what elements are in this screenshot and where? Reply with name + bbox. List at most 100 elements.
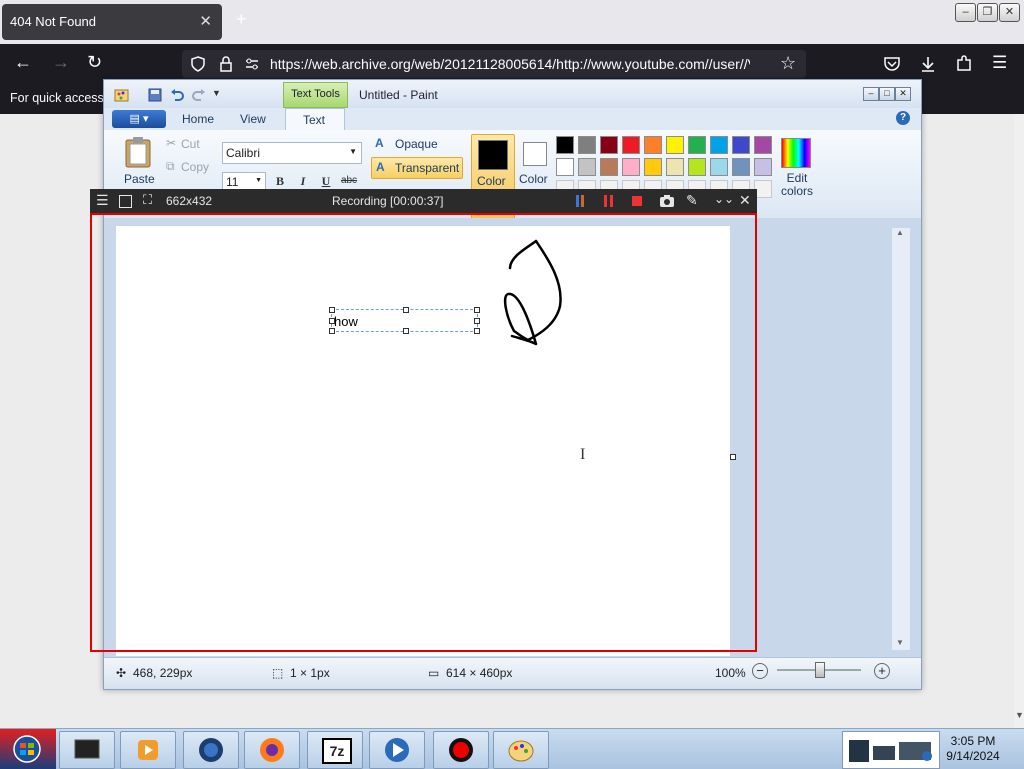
color-swatch[interactable] <box>666 136 684 154</box>
edit-colors-label[interactable]: Edit colors <box>780 172 814 198</box>
opaque-button[interactable]: A Opaque <box>371 134 461 154</box>
window-restore-button[interactable]: ❐ <box>977 3 998 22</box>
color-swatch[interactable] <box>644 158 662 176</box>
strikethrough-button[interactable]: abc <box>339 172 359 190</box>
color-swatch[interactable] <box>710 136 728 154</box>
forward-icon[interactable]: → <box>52 52 70 73</box>
color-swatch[interactable] <box>578 136 596 154</box>
scroll-down-icon[interactable]: ▼ <box>1015 710 1024 720</box>
taskbar-app-recorder[interactable] <box>433 731 489 769</box>
taskbar-app-7zip[interactable]: 7z <box>307 731 363 769</box>
record-icon <box>449 738 473 762</box>
zoom-in-button[interactable]: + <box>874 663 890 679</box>
color2-button[interactable] <box>523 142 547 166</box>
paint-status-bar: ✣ 468, 229px ⬚ 1 × 1px ▭ 614 × 460px 100… <box>104 657 921 688</box>
taskbar-app-terminal[interactable] <box>59 731 115 769</box>
color-swatch[interactable] <box>688 136 706 154</box>
back-icon[interactable]: ← <box>14 52 32 73</box>
stop-icon[interactable] <box>632 196 642 206</box>
redo-icon[interactable] <box>192 88 206 102</box>
color-swatch[interactable] <box>754 158 772 176</box>
color-swatch[interactable] <box>600 136 618 154</box>
taskbar-app-player[interactable] <box>369 731 425 769</box>
tab-home[interactable]: Home <box>182 112 214 126</box>
color-swatch[interactable] <box>578 158 596 176</box>
color-swatch[interactable] <box>622 158 640 176</box>
taskbar-clock[interactable]: 3:05 PM 9/14/2024 <box>930 734 1016 764</box>
paint-close-button[interactable]: ✕ <box>895 87 911 101</box>
save-icon[interactable] <box>148 88 162 102</box>
downloads-icon[interactable] <box>919 55 937 73</box>
tab-close-icon[interactable]: ✕ <box>199 12 212 30</box>
quick-access-dropdown-icon[interactable]: ▼ <box>212 88 221 98</box>
color-swatch[interactable] <box>732 158 750 176</box>
font-family-select[interactable]: Calibri ▼ <box>222 142 362 164</box>
window-minimize-button[interactable]: – <box>955 3 976 22</box>
region-select-icon[interactable]: ⛶ <box>143 192 152 208</box>
bookmark-star-icon[interactable]: ☆ <box>780 53 796 74</box>
color-swatch[interactable] <box>754 136 772 154</box>
taskbar-app-paint[interactable] <box>493 731 549 769</box>
start-button[interactable] <box>0 729 56 769</box>
color-swatch[interactable] <box>732 136 750 154</box>
color-swatch[interactable] <box>622 136 640 154</box>
color-swatch[interactable] <box>556 158 574 176</box>
tab-text[interactable]: Text <box>285 108 345 131</box>
window-close-button[interactable]: ✕ <box>999 3 1020 22</box>
page-scrollbar[interactable]: ▼ <box>1014 114 1024 728</box>
color-palette <box>556 136 776 198</box>
copy-label[interactable]: Copy <box>181 160 209 174</box>
copy-icon[interactable]: ⧉ <box>166 159 175 174</box>
tab-view[interactable]: View <box>240 112 266 126</box>
recorder-close-icon[interactable]: ✕ <box>739 192 751 209</box>
collapse-icon[interactable]: ⌄⌄ <box>714 192 734 206</box>
cut-label[interactable]: Cut <box>181 137 200 151</box>
transparent-button[interactable]: A Transparent <box>371 157 463 179</box>
browser-tab-strip: 404 Not Found ✕ + – ❐ ✕ <box>0 0 1024 44</box>
system-tray[interactable] <box>842 731 940 769</box>
menu-icon[interactable]: ☰ <box>992 53 1007 73</box>
italic-button[interactable]: I <box>293 172 313 190</box>
permissions-icon[interactable] <box>244 56 260 72</box>
pause-icon[interactable] <box>604 195 607 207</box>
paste-icon[interactable] <box>124 136 152 168</box>
zoom-out-button[interactable]: − <box>752 663 768 679</box>
region-icon[interactable] <box>119 195 132 208</box>
recorder-menu-icon[interactable]: ☰ <box>96 192 109 209</box>
help-icon[interactable]: ? <box>896 111 910 125</box>
taskbar-app-network[interactable] <box>183 731 239 769</box>
pause-icon[interactable] <box>610 195 613 207</box>
color-swatch[interactable] <box>600 158 618 176</box>
undo-icon[interactable] <box>170 88 184 102</box>
paint-maximize-button[interactable]: □ <box>879 87 895 101</box>
url-text: https://web.archive.org/web/201211280056… <box>270 56 750 72</box>
lock-icon[interactable] <box>218 56 234 72</box>
edit-colors-icon[interactable] <box>781 138 811 168</box>
shield-icon[interactable] <box>190 56 206 72</box>
canvas-scrollbar[interactable]: ▲ ▼ <box>892 228 910 650</box>
extensions-icon[interactable] <box>955 55 973 73</box>
pencil-icon[interactable]: ✎ <box>686 192 698 209</box>
paint-file-menu-button[interactable]: ▤ ▾ <box>112 110 166 128</box>
scroll-up-icon[interactable]: ▲ <box>896 228 904 237</box>
cut-icon[interactable]: ✂ <box>166 136 176 150</box>
scroll-down-icon[interactable]: ▼ <box>896 638 904 647</box>
color-swatch[interactable] <box>644 136 662 154</box>
zoom-slider-thumb[interactable] <box>815 662 825 678</box>
color-swatch[interactable] <box>556 136 574 154</box>
color-swatch[interactable] <box>710 158 728 176</box>
taskbar-app-media-player[interactable] <box>120 731 176 769</box>
color-swatch[interactable] <box>688 158 706 176</box>
color-swatch[interactable] <box>666 158 684 176</box>
paste-label[interactable]: Paste <box>124 172 155 186</box>
taskbar-app-firefox[interactable] <box>244 731 300 769</box>
pocket-icon[interactable] <box>883 56 901 72</box>
paint-minimize-button[interactable]: – <box>863 87 879 101</box>
reload-icon[interactable]: ↻ <box>87 52 102 73</box>
underline-button[interactable]: U <box>316 172 336 190</box>
url-bar[interactable]: https://web.archive.org/web/201211280056… <box>182 50 806 78</box>
camera-icon[interactable] <box>659 194 675 208</box>
browser-tab[interactable]: 404 Not Found ✕ <box>2 4 222 40</box>
bold-button[interactable]: B <box>270 172 290 190</box>
new-tab-icon[interactable]: + <box>236 9 247 30</box>
